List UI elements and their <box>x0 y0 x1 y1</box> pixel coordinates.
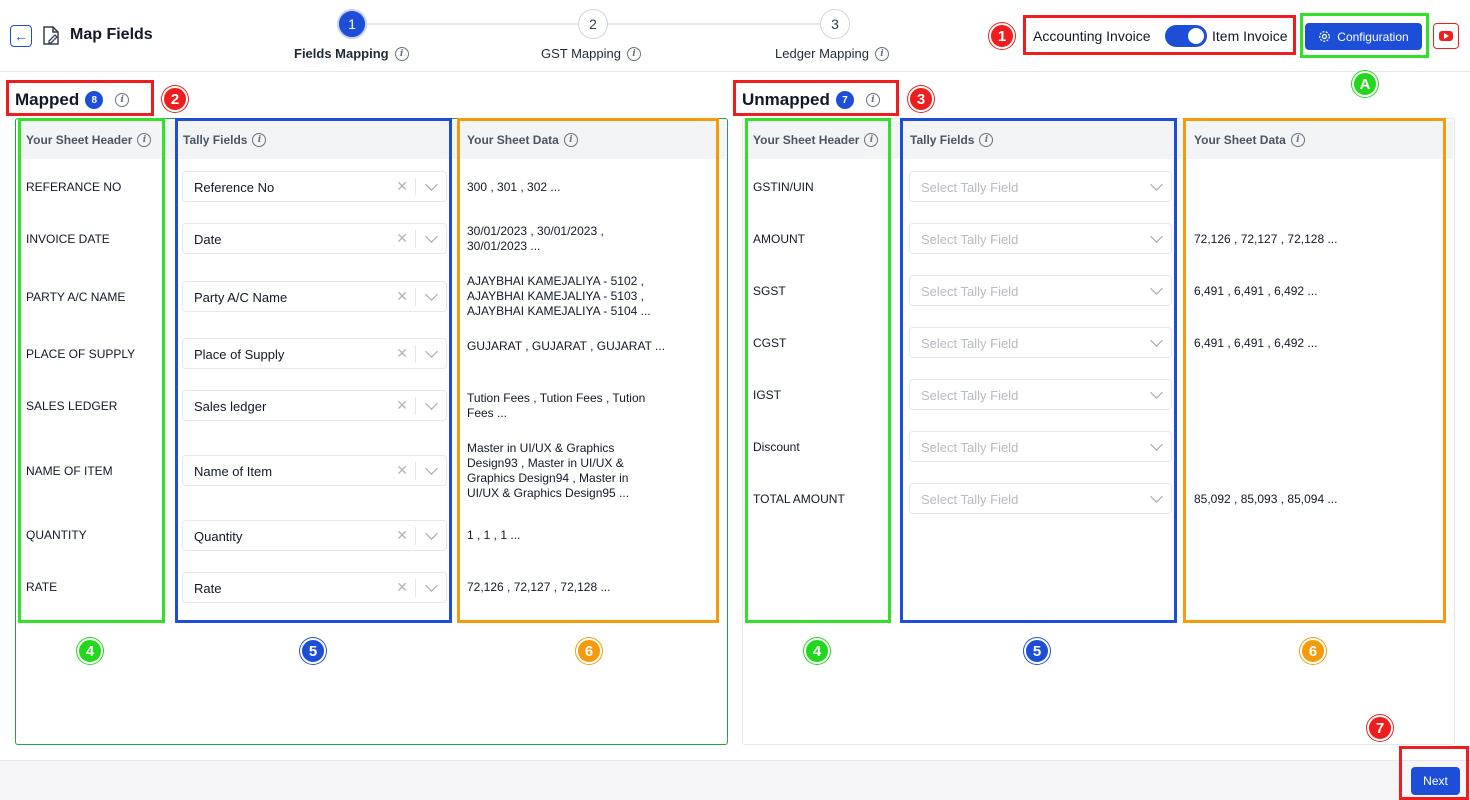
configuration-label: Configuration <box>1337 29 1409 44</box>
unmapped-title: Unmapped 7 i <box>742 90 880 110</box>
configuration-button[interactable]: Configuration <box>1305 23 1422 50</box>
annotation-badge-2: 2 <box>162 86 188 112</box>
step-2-circle[interactable]: 2 <box>578 9 608 39</box>
arrow-left-icon: ← <box>14 28 28 44</box>
info-icon[interactable]: i <box>394 46 409 61</box>
accounting-invoice-label[interactable]: Accounting Invoice <box>1033 28 1151 44</box>
annotation-badge-5: 5 <box>1024 638 1050 664</box>
annotation-badge-7: 7 <box>1367 715 1393 741</box>
unmapped-title-text: Unmapped <box>742 90 830 109</box>
annotation-badge-4: 4 <box>77 638 103 664</box>
annotation-box-sheet-data <box>1183 118 1446 623</box>
annotation-badge-a: A <box>1352 71 1378 97</box>
annotation-badge-3: 3 <box>908 86 934 112</box>
next-button[interactable]: Next <box>1411 767 1460 795</box>
gear-icon <box>1319 31 1331 42</box>
invoice-type-toggle[interactable] <box>1165 25 1207 47</box>
stepper-connector <box>608 23 820 25</box>
step-1-circle[interactable]: 1 <box>337 9 367 39</box>
youtube-button[interactable] <box>1433 23 1459 49</box>
info-icon[interactable]: i <box>874 46 889 61</box>
back-button[interactable]: ← <box>10 25 32 47</box>
youtube-icon <box>1439 31 1453 41</box>
annotation-box-tally-fields <box>175 118 452 623</box>
annotation-badge-5: 5 <box>300 638 326 664</box>
annotation-box-sheet-data <box>457 118 719 623</box>
page-title: Map Fields <box>70 26 153 43</box>
mapped-title: Mapped 8 i <box>15 90 130 110</box>
footer-bar <box>0 760 1470 800</box>
annotation-badge-6: 6 <box>1300 638 1326 664</box>
step-3-label[interactable]: Ledger Mapping i <box>775 46 889 61</box>
annotation-box-tally-fields <box>900 118 1177 623</box>
info-icon[interactable]: i <box>626 46 641 61</box>
info-icon[interactable]: i <box>865 93 880 107</box>
step-2-label[interactable]: GST Mapping i <box>541 46 641 61</box>
annotation-badge-6: 6 <box>576 638 602 664</box>
step-1-text: Fields Mapping <box>294 46 389 61</box>
annotation-badge-4: 4 <box>804 638 830 664</box>
mapped-title-text: Mapped <box>15 90 80 109</box>
step-2-text: GST Mapping <box>541 46 621 61</box>
annotation-box-sheet-header <box>18 118 165 623</box>
stepper-connector <box>366 23 578 25</box>
step-3-circle[interactable]: 3 <box>820 9 850 39</box>
info-icon[interactable]: i <box>115 93 130 107</box>
step-3-text: Ledger Mapping <box>775 46 869 61</box>
annotation-box-sheet-header <box>745 118 891 623</box>
file-edit-icon <box>43 26 59 45</box>
mapped-count-badge: 8 <box>85 91 104 109</box>
toggle-knob <box>1188 28 1204 44</box>
annotation-badge-1: 1 <box>989 23 1015 49</box>
unmapped-count-badge: 7 <box>835 91 854 109</box>
step-1-label[interactable]: Fields Mapping i <box>294 46 409 61</box>
item-invoice-label[interactable]: Item Invoice <box>1212 28 1287 44</box>
